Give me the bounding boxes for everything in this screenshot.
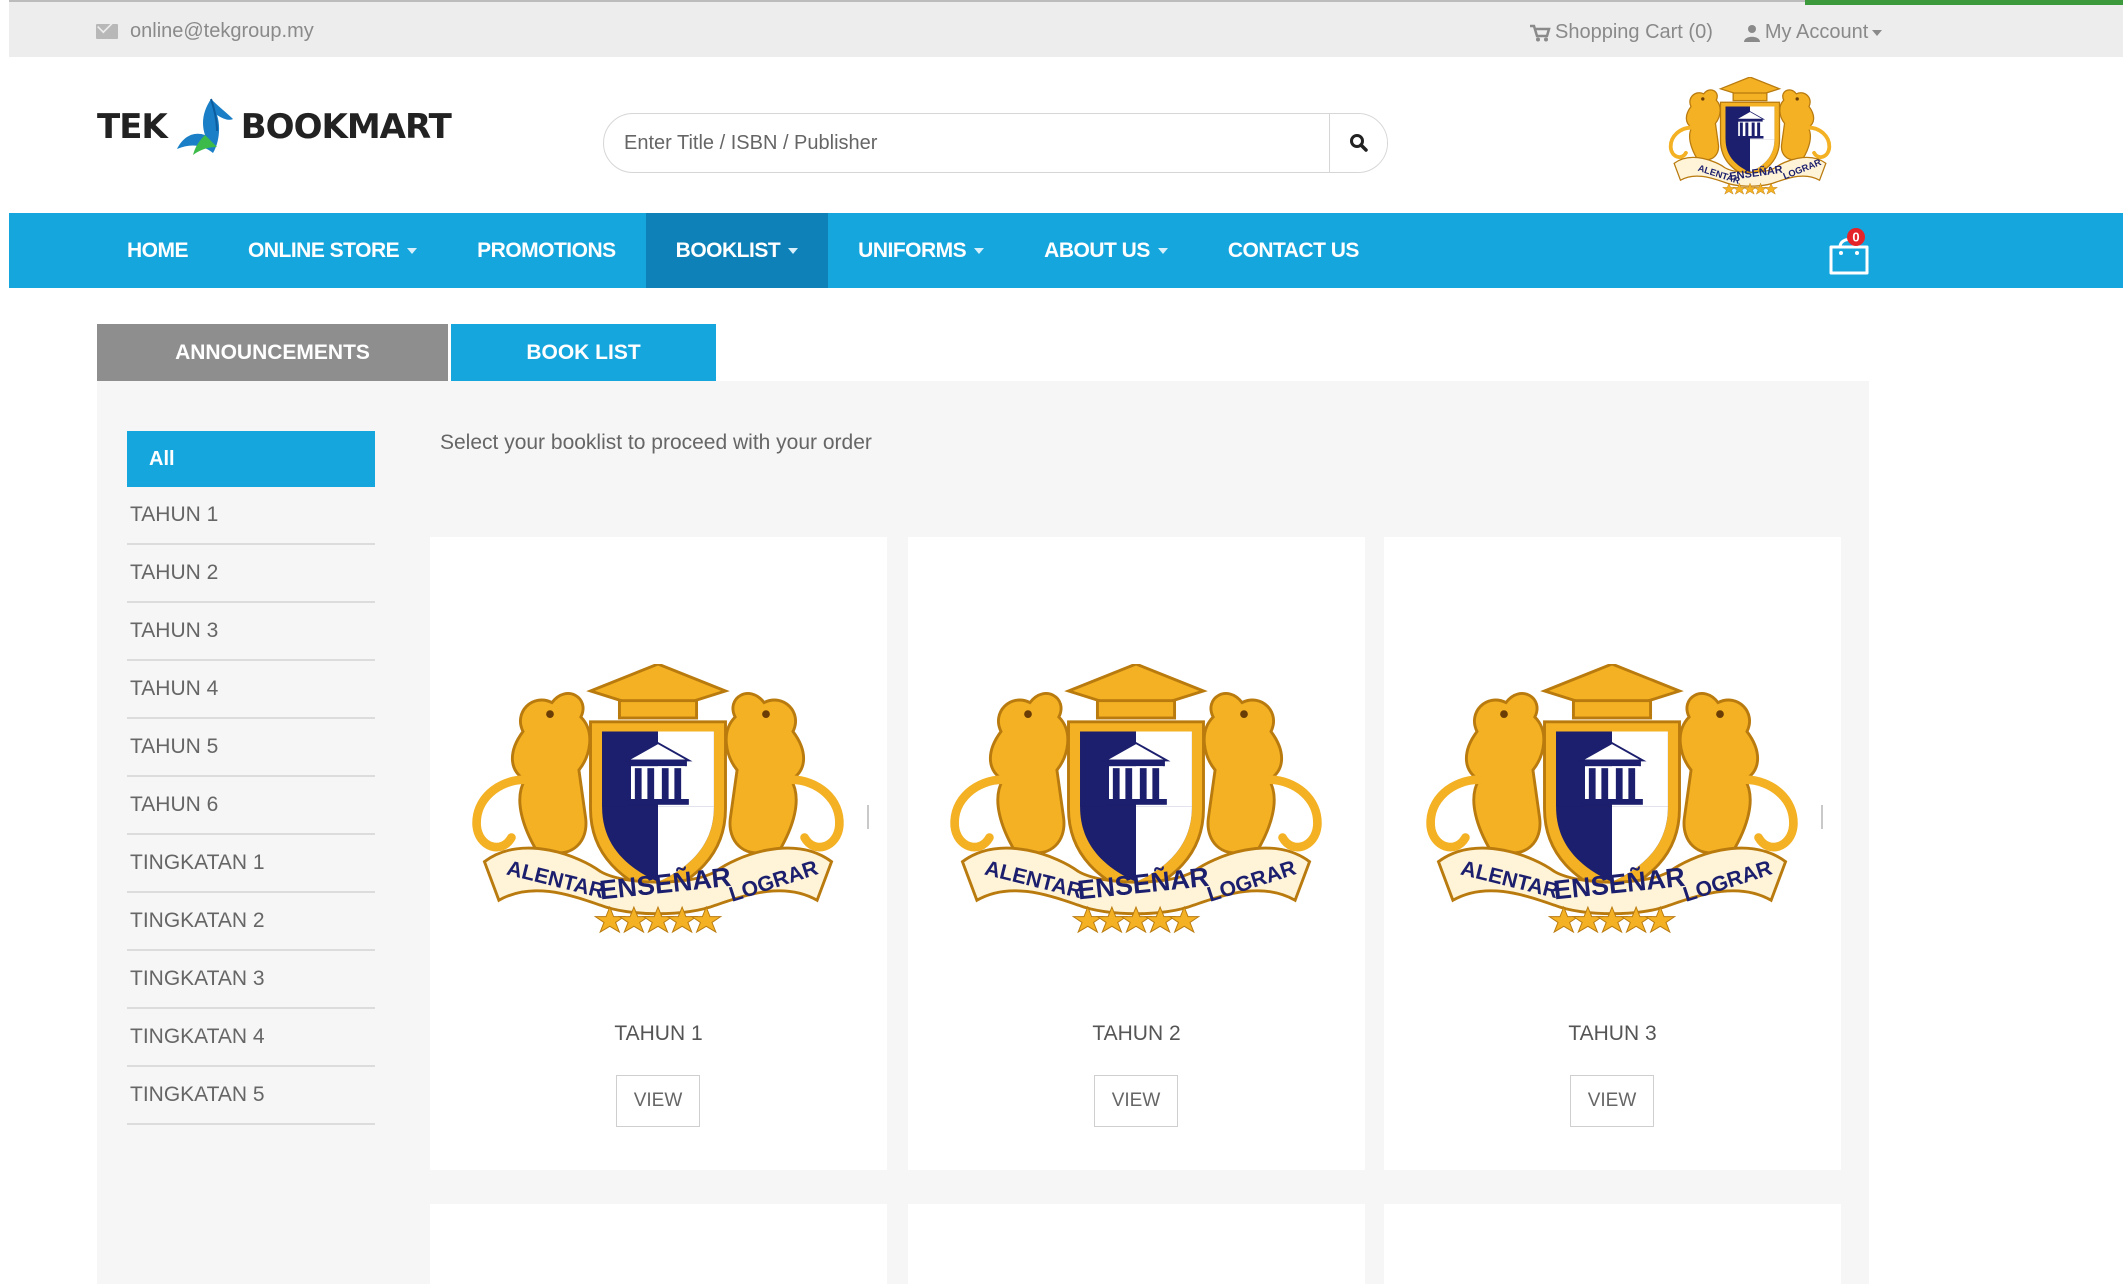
nav-uniforms-label: UNIFORMS — [858, 238, 967, 262]
contact-email-text: online@tekgroup.my — [130, 20, 314, 42]
search-bar — [603, 113, 1388, 173]
view-button[interactable]: VIEW — [1094, 1075, 1178, 1127]
sidebar-item-tahun-6[interactable]: TAHUN 6 — [127, 777, 375, 835]
sidebar-item-tahun-3[interactable]: TAHUN 3 — [127, 603, 375, 661]
logo-text-right: BOOKMART — [240, 107, 452, 147]
caret-down-icon — [974, 247, 985, 254]
caret-down-icon — [1872, 29, 1883, 36]
caret-down-icon — [788, 247, 799, 254]
nav-online-store-label: ONLINE STORE — [248, 238, 400, 262]
school-crest-image: ALENTAR ENSEÑAR LOGRAR — [1402, 664, 1822, 934]
sidebar-item-tingkatan-2[interactable]: TINGKATAN 2 — [127, 893, 375, 951]
logo-text-left: TEK — [97, 107, 168, 147]
nav-about-us-label: ABOUT US — [1044, 238, 1150, 262]
top-bar-links: Shopping Cart (0) My Account — [1529, 21, 1883, 44]
nav-home-label: HOME — [127, 238, 189, 262]
sidebar-item-all[interactable]: All — [127, 431, 375, 487]
top-bar: online@tekgroup.my Shopping Cart (0) My … — [9, 0, 2123, 57]
school-crest-logo: ALENTAR ENSEÑAR LOGRAR — [1668, 77, 1832, 195]
cart-count: 0 — [1852, 230, 1859, 245]
top-accent-bar — [1805, 0, 2123, 5]
tab-announcements[interactable]: ANNOUNCEMENTS — [97, 324, 448, 381]
shopping-bag-icon[interactable]: 0 — [1824, 227, 1874, 277]
sidebar-item-tahun-5[interactable]: TAHUN 5 — [127, 719, 375, 777]
school-crest-image: ALENTAR ENSEÑAR LOGRAR — [926, 664, 1346, 934]
booklist-card[interactable]: ALENTAR ENSEÑAR LOGRAR TAHUN 3 VIEW — [1384, 537, 1841, 1170]
section-tabs: ANNOUNCEMENTS BOOK LIST — [97, 324, 716, 381]
site-logo[interactable]: TEK BOOKMART — [97, 97, 452, 157]
caret-down-icon — [407, 247, 418, 254]
cart-icon — [1530, 24, 1551, 41]
nav-booklist[interactable]: BOOKLIST — [645, 213, 829, 288]
booklist-card[interactable]: ALENTAR ENSEÑAR LOGRAR TAHUN 2 VIEW — [908, 537, 1365, 1170]
nav-home[interactable]: HOME — [97, 213, 218, 288]
booklist-intro-text: Select your booklist to proceed with you… — [440, 431, 872, 454]
booklist-card[interactable] — [908, 1204, 1365, 1284]
shopping-cart-link[interactable]: Shopping Cart (0) — [1529, 21, 1713, 44]
nav-contact-us[interactable]: CONTACT US — [1198, 213, 1389, 288]
nav-promotions-label: PROMOTIONS — [477, 238, 616, 262]
sidebar-item-tahun-4[interactable]: TAHUN 4 — [127, 661, 375, 719]
nav-about-us[interactable]: ABOUT US — [1014, 213, 1198, 288]
tab-book-list[interactable]: BOOK LIST — [451, 324, 716, 381]
booklist-card[interactable]: ALENTAR ENSEÑAR LOGRAR TAHUN 1 VIEW — [430, 537, 887, 1170]
booklist-card[interactable] — [1384, 1204, 1841, 1284]
shopping-cart-label: Shopping Cart (0) — [1555, 21, 1713, 43]
search-icon — [1349, 134, 1368, 152]
sidebar-item-tingkatan-5[interactable]: TINGKATAN 5 — [127, 1067, 375, 1125]
nav-uniforms[interactable]: UNIFORMS — [828, 213, 1014, 288]
main-nav: HOME ONLINE STORE PROMOTIONS BOOKLIST UN… — [9, 213, 2123, 288]
envelope-icon — [96, 24, 118, 39]
view-button[interactable]: VIEW — [1570, 1075, 1654, 1127]
nav-booklist-label: BOOKLIST — [675, 238, 781, 262]
divider — [1821, 805, 1823, 829]
booklist-card-title: TAHUN 2 — [1092, 1022, 1181, 1045]
view-button[interactable]: VIEW — [616, 1075, 700, 1127]
contact-email[interactable]: online@tekgroup.my — [96, 20, 314, 43]
nav-online-store[interactable]: ONLINE STORE — [218, 213, 447, 288]
nav-contact-us-label: CONTACT US — [1227, 238, 1360, 262]
sidebar-item-tingkatan-4[interactable]: TINGKATAN 4 — [127, 1009, 375, 1067]
user-icon — [1743, 24, 1760, 42]
sidebar-item-tahun-1[interactable]: TAHUN 1 — [127, 487, 375, 545]
school-crest-image: ALENTAR ENSEÑAR LOGRAR — [448, 664, 868, 934]
search-button[interactable] — [1329, 114, 1387, 172]
caret-down-icon — [1157, 247, 1168, 254]
sidebar-item-tingkatan-1[interactable]: TINGKATAN 1 — [127, 835, 375, 893]
booklist-sidebar: All TAHUN 1 TAHUN 2 TAHUN 3 TAHUN 4 TAHU… — [127, 431, 375, 1125]
nav-promotions[interactable]: PROMOTIONS — [447, 213, 646, 288]
my-account-label: My Account — [1764, 21, 1869, 43]
booklist-card-title: TAHUN 1 — [614, 1022, 703, 1045]
booklist-card[interactable] — [430, 1204, 887, 1284]
divider — [867, 805, 869, 829]
sidebar-item-tahun-2[interactable]: TAHUN 2 — [127, 545, 375, 603]
sidebar-item-tingkatan-3[interactable]: TINGKATAN 3 — [127, 951, 375, 1009]
my-account-dropdown[interactable]: My Account — [1743, 21, 1883, 44]
search-input[interactable] — [604, 114, 1329, 172]
bird-logo-icon — [176, 98, 233, 155]
booklist-panel: All TAHUN 1 TAHUN 2 TAHUN 3 TAHUN 4 TAHU… — [97, 381, 1869, 1284]
site-header: TEK BOOKMART ALENTAR ENSEÑAR LOGRAR — [0, 57, 2123, 213]
booklist-card-title: TAHUN 3 — [1568, 1022, 1657, 1045]
